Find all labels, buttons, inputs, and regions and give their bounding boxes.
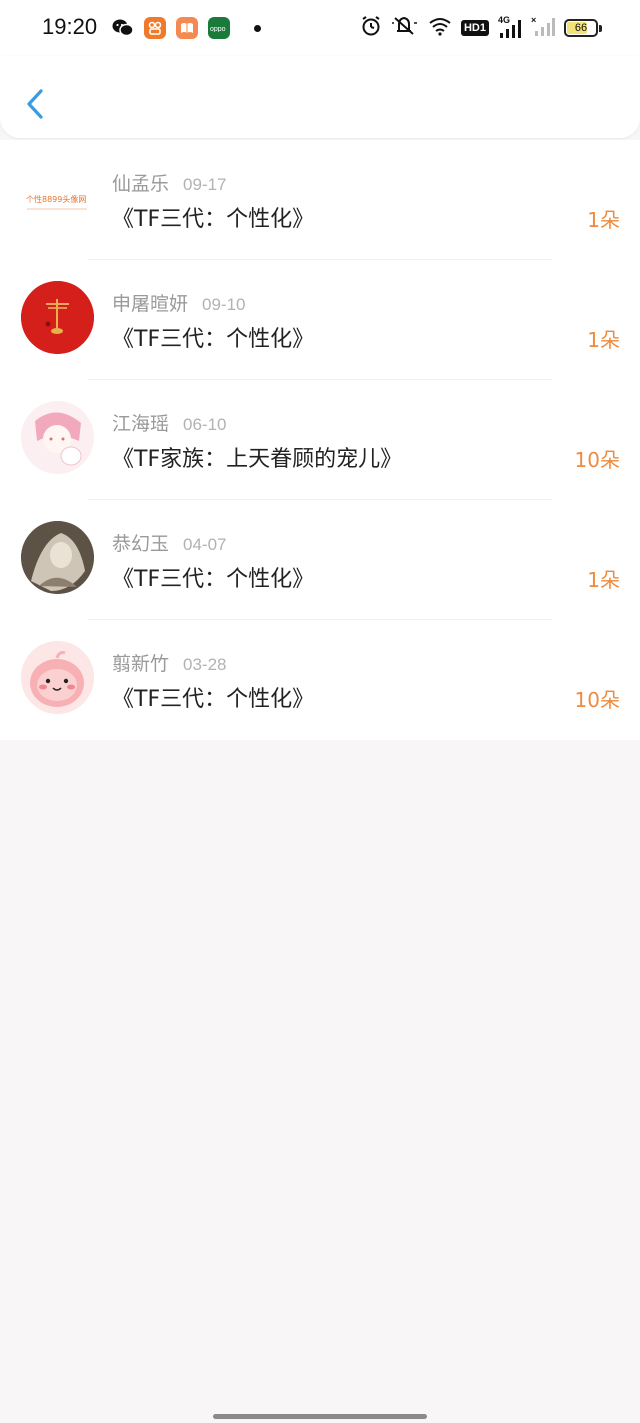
system-icons: HD1 4G × 66 (360, 15, 602, 41)
notification-icons: oppo (112, 17, 261, 39)
sender-name: 恭幻玉 04-07 (112, 533, 227, 555)
status-bar: 19:20 oppo HD1 4G × 66 (0, 0, 640, 56)
flower-count: 1朵 (587, 568, 620, 592)
list-item[interactable]: 翦新竹 03-28 《TF三代：个性化》 10朵 (0, 620, 640, 740)
list-item[interactable]: 江海瑶 06-10 《TF家族：上天眷顾的宠儿》 10朵 (0, 380, 640, 500)
svg-text:oppo: oppo (210, 26, 226, 32)
record-date: 04-07 (183, 535, 227, 554)
flower-count: 10朵 (574, 448, 620, 472)
avatar (21, 641, 94, 714)
svg-text:×: × (531, 15, 536, 25)
gift-record-list: 个性8899头像网 仙孟乐 09-17 《TF三代：个性化》 1朵 申屠暄妍 09-… (0, 140, 640, 740)
record-date: 03-28 (183, 655, 227, 674)
mute-icon (391, 15, 419, 41)
avatar (21, 281, 94, 354)
record-date: 09-10 (202, 295, 246, 314)
wifi-icon (428, 16, 452, 40)
sender-name: 江海瑶 06-10 (112, 413, 227, 435)
book-title: 《TF三代：个性化》 (112, 327, 315, 352)
home-indicator[interactable] (213, 1414, 427, 1419)
sender-name: 仙孟乐 09-17 (112, 173, 227, 195)
avatar (21, 401, 94, 474)
more-notifications-dot (254, 24, 261, 32)
list-item[interactable]: 恭幻玉 04-07 《TF三代：个性化》 1朵 (0, 500, 640, 620)
book-title: 《TF三代：个性化》 (112, 207, 315, 232)
kuaishou-icon (144, 17, 166, 39)
reader-icon (176, 17, 198, 39)
hd-badge: HD1 (460, 20, 489, 36)
book-title: 《TF家族：上天眷顾的宠儿》 (112, 447, 403, 472)
signal-4g-icon: 4G (498, 15, 522, 39)
oppo-icon: oppo (208, 17, 230, 39)
flower-count: 1朵 (587, 208, 620, 232)
sender-name: 翦新竹 03-28 (112, 653, 227, 675)
list-item[interactable]: 申屠暄妍 09-10 《TF三代：个性化》 1朵 (0, 260, 640, 380)
sender-name: 申屠暄妍 09-10 (112, 293, 246, 315)
flower-count: 10朵 (574, 688, 620, 712)
list-item[interactable]: 个性8899头像网 仙孟乐 09-17 《TF三代：个性化》 1朵 (0, 140, 640, 260)
wechat-icon (112, 17, 134, 39)
status-time: 19:20 (42, 14, 98, 39)
record-date: 09-17 (183, 175, 227, 194)
book-title: 《TF三代：个性化》 (112, 567, 315, 592)
back-button[interactable] (22, 86, 50, 122)
avatar (21, 521, 94, 594)
book-title: 《TF三代：个性化》 (112, 687, 315, 712)
alarm-icon (360, 15, 382, 41)
record-date: 06-10 (183, 415, 227, 434)
chevron-left-icon (27, 89, 43, 119)
signal-no-service-icon: × (531, 15, 555, 41)
battery-icon: 66 (564, 19, 602, 37)
flower-count: 1朵 (587, 328, 620, 352)
top-bar (0, 56, 640, 138)
avatar: 个性8899头像网 (21, 161, 94, 234)
